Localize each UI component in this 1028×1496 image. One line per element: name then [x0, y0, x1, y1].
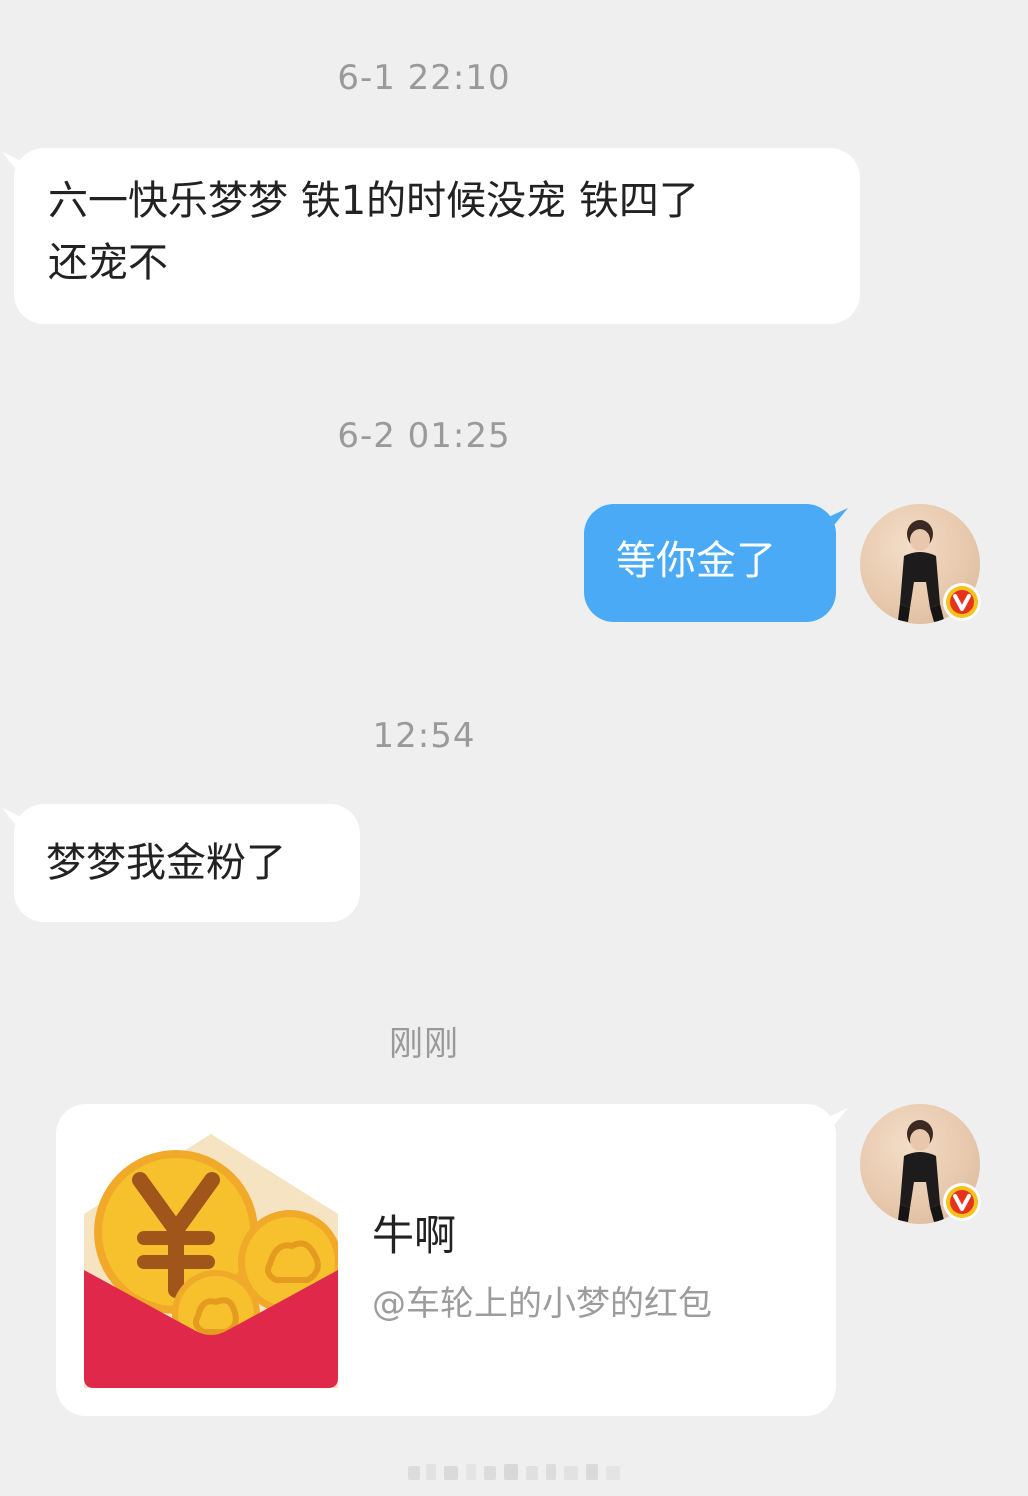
message-text: 等你金了 — [616, 538, 776, 584]
avatar[interactable] — [860, 504, 981, 624]
message-text: 梦梦我金粉了 — [46, 840, 286, 886]
red-packet-icon — [84, 1134, 338, 1388]
outgoing-message-bubble[interactable]: 等你金了 — [584, 504, 836, 622]
red-packet-title: 牛啊 — [372, 1211, 457, 1260]
red-packet-card[interactable]: 牛啊 @车轮上的小梦的红包 — [56, 1104, 836, 1416]
timestamp: 6-2 01:25 — [337, 416, 511, 456]
watermark-strip — [408, 1464, 620, 1480]
avatar[interactable] — [860, 1104, 981, 1224]
message-text-line: 六一快乐梦梦 铁1的时候没宠 铁四了 — [48, 178, 699, 224]
verified-badge-icon — [943, 583, 981, 621]
timestamp: 12:54 — [372, 716, 476, 756]
incoming-message-bubble[interactable]: 梦梦我金粉了 — [14, 804, 360, 922]
red-packet-sender: @车轮上的小梦的红包 — [372, 1284, 712, 1324]
verified-badge-icon — [943, 1183, 981, 1221]
incoming-message-bubble[interactable]: 六一快乐梦梦 铁1的时候没宠 铁四了 还宠不 — [14, 148, 860, 324]
message-text-line: 还宠不 — [48, 240, 168, 286]
timestamp: 刚刚 — [389, 1024, 459, 1064]
timestamp: 6-1 22:10 — [337, 58, 511, 98]
